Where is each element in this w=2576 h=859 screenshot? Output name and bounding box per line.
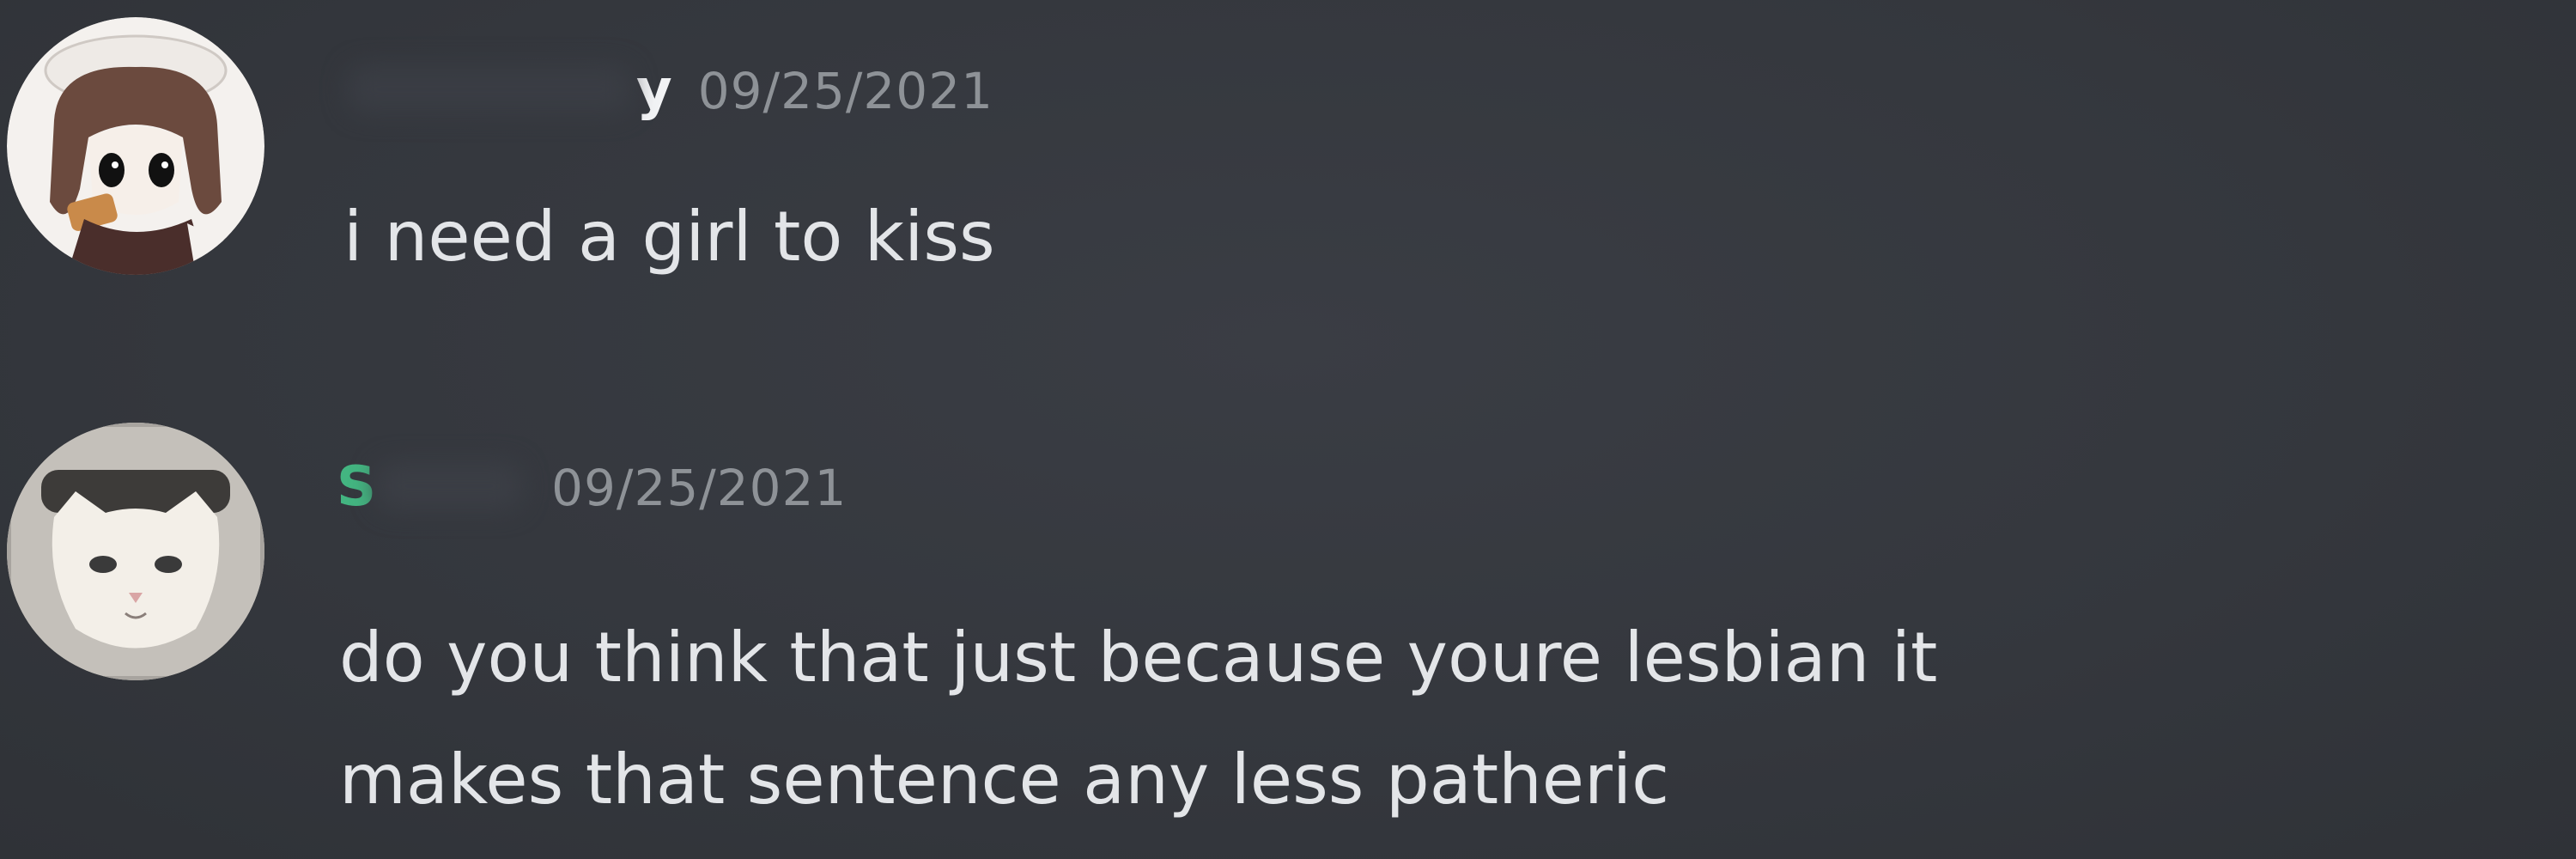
cat-avatar-icon: [7, 423, 264, 680]
user-avatar[interactable]: [7, 423, 264, 680]
username[interactable]: S: [337, 455, 526, 519]
timestamp: 09/25/2021: [697, 62, 994, 120]
message: y 09/25/2021 i need a girl to kiss: [0, 17, 2576, 277]
username-text: S: [337, 455, 377, 519]
message: S 09/25/2021 do you think that just becau…: [0, 421, 2576, 850]
anime-avatar-icon: [7, 17, 264, 275]
username-redaction: [376, 462, 523, 510]
chat-messages: y 09/25/2021 i need a girl to kiss S 09/…: [0, 0, 2576, 859]
timestamp: 09/25/2021: [551, 459, 848, 517]
message-header: y 09/25/2021: [348, 58, 993, 122]
user-avatar[interactable]: [7, 17, 264, 275]
username-redaction: [348, 65, 631, 113]
message-content: do you think that just because youre les…: [339, 618, 1938, 819]
username[interactable]: y: [348, 58, 672, 122]
message-header: S 09/25/2021: [337, 455, 847, 519]
username-text: y: [636, 58, 672, 122]
message-content: i need a girl to kiss: [343, 197, 995, 277]
